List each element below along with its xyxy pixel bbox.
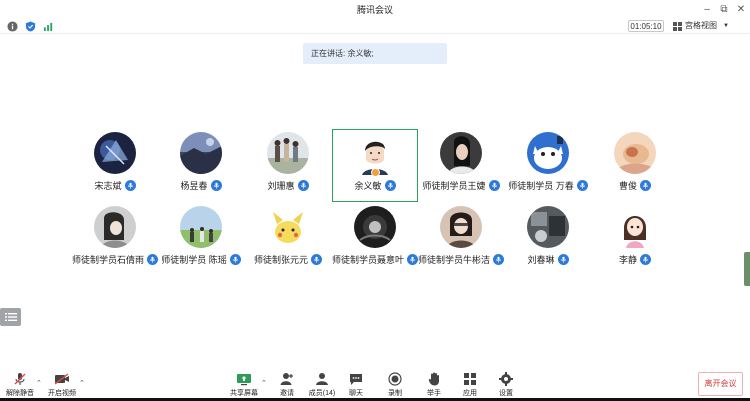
raise-hand-icon: [428, 372, 439, 386]
microphone-icon: [297, 180, 309, 191]
avatar: [440, 132, 482, 174]
host-badge-icon: [371, 168, 380, 177]
participant-name: 师徒制学员 万春: [508, 181, 574, 191]
speaking-indicator: 正在讲话: 余义敏;: [303, 43, 447, 64]
unmute-label: 解除静音: [6, 390, 34, 397]
title-bar: 腾讯会议 – ⧉ ✕: [0, 0, 750, 18]
settings-button[interactable]: 设置: [488, 372, 524, 400]
avatar: [180, 206, 222, 248]
view-mode-button[interactable]: 宫格视图 ▼: [673, 20, 731, 32]
chat-label: 聊天: [349, 390, 363, 397]
settings-label: 设置: [499, 390, 513, 397]
share-screen-icon: [237, 373, 251, 385]
video-off-icon: [54, 373, 69, 385]
leave-meeting-button[interactable]: 离开会议: [698, 372, 743, 396]
start-video-label: 开启视频: [48, 390, 76, 397]
participant-name: 宋志斌: [94, 181, 122, 191]
share-screen-button[interactable]: 共享屏幕: [226, 372, 262, 400]
participant-name: 师徒制学员王婕: [422, 181, 486, 191]
invite-user-icon: [280, 373, 293, 385]
avatar: [94, 132, 136, 174]
chat-icon: [350, 373, 362, 385]
chevron-down-icon: ▼: [723, 23, 729, 29]
microphone-icon: [640, 254, 651, 265]
record-label: 录制: [388, 390, 402, 397]
grid-view-icon: [673, 21, 682, 31]
start-video-button[interactable]: 开启视频: [44, 372, 80, 400]
meeting-timer: 01:05:10: [628, 20, 664, 32]
chevron-up-icon[interactable]: ⌃: [261, 379, 267, 387]
chevron-up-icon[interactable]: ⌃: [36, 379, 42, 387]
participant-tile[interactable]: 曹俊: [592, 130, 678, 202]
participant-name: 刘春琳: [527, 255, 555, 265]
avatar: [614, 132, 656, 174]
record-icon: [388, 372, 402, 386]
bottom-toolbar: 解除静音 ⌃ 开启视频 ⌃ 共享屏幕 ⌃ 邀请 成员(14) 聊天 录制 举手 …: [0, 366, 750, 401]
participant-name: 师徒制学员牛彬洁: [417, 255, 490, 265]
microphone-icon: [384, 180, 396, 191]
members-label: 成员(14): [308, 390, 336, 397]
muted-microphone-icon: [14, 373, 26, 385]
invite-label: 邀请: [280, 390, 294, 397]
participant-name: 刘珊惠: [267, 181, 295, 191]
avatar: [527, 132, 569, 174]
apps-label: 应用: [463, 390, 477, 397]
apps-icon: [464, 373, 476, 385]
participant-name: 李静: [618, 255, 637, 265]
unmute-button[interactable]: 解除静音: [2, 372, 38, 400]
avatar: [614, 206, 656, 248]
restore-icon[interactable]: ⧉: [717, 2, 731, 16]
status-row: 01:05:10 宫格视图 ▼: [0, 18, 750, 34]
participant-name: 杨昱春: [180, 181, 208, 191]
microphone-icon: [124, 180, 136, 191]
share-screen-label: 共享屏幕: [230, 390, 258, 397]
view-mode-label: 宫格视图: [685, 21, 717, 30]
avatar: [527, 206, 569, 248]
info-icon[interactable]: [7, 21, 18, 32]
record-button[interactable]: 录制: [377, 372, 413, 400]
avatar: [440, 206, 482, 248]
participant-name: 师徒制张元元: [253, 255, 308, 265]
participant-tile[interactable]: 李静: [592, 204, 678, 276]
microphone-icon: [210, 180, 222, 191]
chat-button[interactable]: 聊天: [338, 372, 374, 400]
close-icon[interactable]: ✕: [734, 2, 748, 16]
shield-icon[interactable]: [25, 21, 36, 32]
side-panel-handle[interactable]: [744, 252, 750, 286]
invite-button[interactable]: 邀请: [269, 372, 305, 400]
members-icon: [316, 373, 328, 385]
minimize-icon[interactable]: –: [700, 2, 714, 16]
members-button[interactable]: 成员(14): [304, 372, 340, 400]
microphone-icon: [557, 254, 569, 265]
chevron-up-icon[interactable]: ⌃: [79, 379, 85, 387]
raise-hand-button[interactable]: 举手: [416, 372, 452, 400]
participant-name: 曹俊: [618, 181, 637, 191]
signal-icon[interactable]: [43, 21, 54, 32]
participant-name: 师徒制学员石倩雨: [71, 255, 144, 265]
avatar: [180, 132, 222, 174]
apps-button[interactable]: 应用: [452, 372, 488, 400]
avatar: [94, 206, 136, 248]
avatar: [354, 206, 396, 248]
participant-name: 师徒制学员 陈瑶: [161, 255, 227, 265]
avatar: [267, 132, 309, 174]
list-toggle-button[interactable]: [0, 308, 21, 326]
avatar: [267, 206, 309, 248]
list-icon: [4, 313, 17, 321]
participant-name: 师徒制学员聂意叶: [331, 255, 404, 265]
microphone-icon: [640, 180, 651, 191]
participant-name: 余义敏: [354, 181, 382, 191]
raise-hand-label: 举手: [427, 390, 441, 397]
window-title: 腾讯会议: [356, 5, 393, 15]
gear-icon: [499, 372, 513, 386]
